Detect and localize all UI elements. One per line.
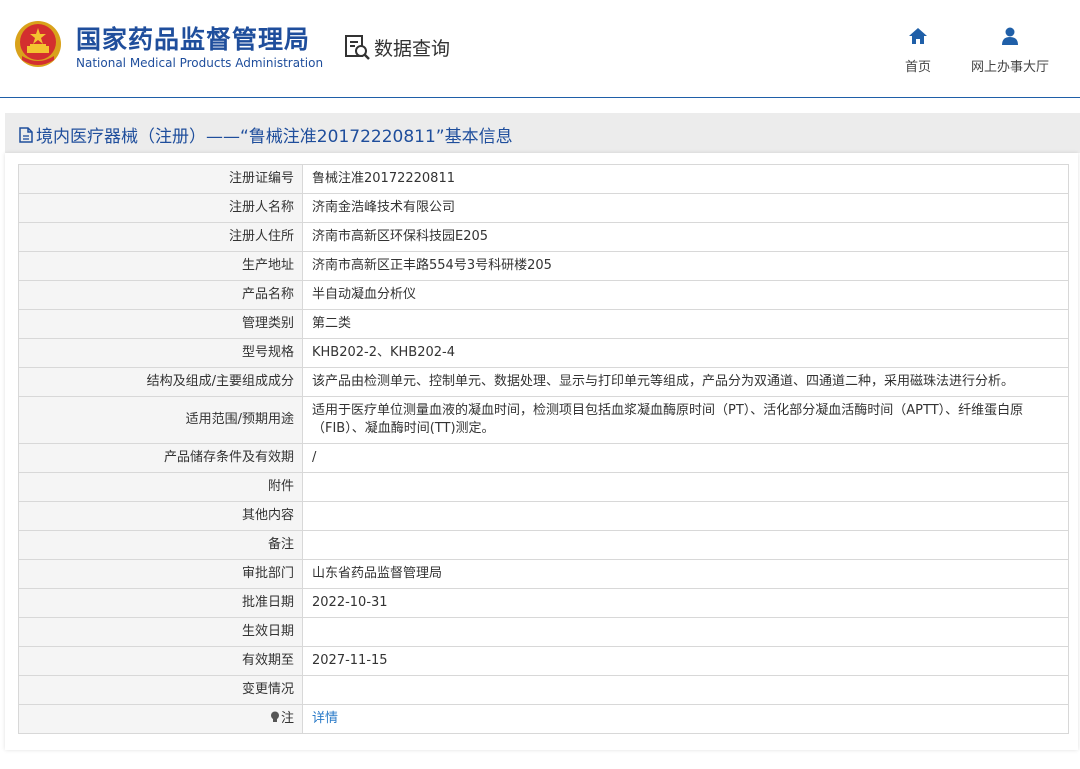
national-emblem-icon (15, 21, 61, 67)
note-value-cell: 详情 (302, 704, 1069, 734)
table-row: 附件 (18, 472, 1069, 502)
row-value (302, 530, 1069, 560)
table-row: 备注 (18, 530, 1069, 560)
nav-online-hall-label: 网上办事大厅 (970, 60, 1049, 75)
row-value: 山东省药品监督管理局 (302, 559, 1069, 589)
table-row: 注册人住所 济南市高新区环保科技园E205 (18, 222, 1069, 252)
table-row: 生产地址 济南市高新区正丰路554号3号科研楼205 (18, 251, 1069, 281)
site-subtitle: National Medical Products Administration (76, 56, 324, 70)
row-label: 有效期至 (18, 646, 303, 676)
table-row: 审批部门 山东省药品监督管理局 (18, 559, 1069, 589)
table-row: 产品名称 半自动凝血分析仪 (18, 280, 1069, 310)
row-label: 注册人住所 (18, 222, 303, 252)
row-label: 注册证编号 (18, 164, 303, 194)
row-value: / (302, 443, 1069, 473)
table-row: 适用范围/预期用途 适用于医疗单位测量血液的凝血时间，检测项目包括血浆凝血酶原时间… (18, 396, 1069, 444)
row-label: 结构及组成/主要组成成分 (18, 367, 303, 397)
row-value: 鲁械注准20172220811 (302, 164, 1069, 194)
table-row: 注册证编号 鲁械注准20172220811 (18, 164, 1069, 194)
table-row: 注册人名称 济南金浩峰技术有限公司 (18, 193, 1069, 223)
lightbulb-icon (270, 711, 279, 722)
table-row: 注 详情 (18, 704, 1069, 734)
row-label: 管理类别 (18, 309, 303, 339)
site-header: 国家药品监督管理局 National Medical Products Admi… (0, 0, 1080, 98)
row-label: 附件 (18, 472, 303, 502)
row-value: 第二类 (302, 309, 1069, 339)
section-title-text: 境内医疗器械（注册）——“鲁械注准20172220811”基本信息 (36, 127, 513, 147)
data-query-label: 数据查询 (374, 37, 451, 60)
nav-online-hall[interactable]: 网上办事大厅 (966, 26, 1054, 75)
row-label: 型号规格 (18, 338, 303, 368)
row-label: 产品储存条件及有效期 (18, 443, 303, 473)
row-value (302, 472, 1069, 502)
row-label: 审批部门 (18, 559, 303, 589)
section-title: 境内医疗器械（注册）——“鲁械注准20172220811”基本信息 (18, 122, 513, 147)
row-label: 产品名称 (18, 280, 303, 310)
row-label: 备注 (18, 530, 303, 560)
row-value (302, 675, 1069, 705)
row-value (302, 501, 1069, 531)
row-label: 注 (280, 711, 294, 726)
table-row: 产品储存条件及有效期 / (18, 443, 1069, 473)
home-icon (909, 28, 927, 44)
row-value: 济南金浩峰技术有限公司 (302, 193, 1069, 223)
row-label: 批准日期 (18, 588, 303, 618)
registration-info-table: 注册证编号 鲁械注准20172220811 注册人名称 济南金浩峰技术有限公司 注册… (18, 164, 1069, 734)
nav-home-label: 首页 (904, 60, 931, 75)
table-row: 其他内容 (18, 501, 1069, 531)
user-icon (1002, 27, 1018, 45)
site-title: 国家药品监督管理局 (76, 25, 311, 54)
row-value: 2022-10-31 (302, 588, 1069, 618)
table-row: 变更情况 (18, 675, 1069, 705)
details-link[interactable]: 详情 (312, 711, 338, 726)
row-value: 适用于医疗单位测量血液的凝血时间，检测项目包括血浆凝血酶原时间（PT）、活化部分… (302, 396, 1069, 444)
row-value: 济南市高新区环保科技园E205 (302, 222, 1069, 252)
nav-home[interactable]: 首页 (896, 26, 940, 75)
document-search-icon (345, 35, 370, 60)
row-value: 济南市高新区正丰路554号3号科研楼205 (302, 251, 1069, 281)
row-label: 其他内容 (18, 501, 303, 531)
table-row: 管理类别 第二类 (18, 309, 1069, 339)
row-value: 半自动凝血分析仪 (302, 280, 1069, 310)
table-row: 结构及组成/主要组成成分 该产品由检测单元、控制单元、数据处理、显示与打印单元等组… (18, 367, 1069, 397)
row-label: 注册人名称 (18, 193, 303, 223)
row-label: 生产地址 (18, 251, 303, 281)
data-query-link[interactable]: 数据查询 (343, 33, 450, 61)
row-value: KHB202-2、KHB202-4 (302, 338, 1069, 368)
table-row: 有效期至 2027-11-15 (18, 646, 1069, 676)
row-value: 2027-11-15 (302, 646, 1069, 676)
row-value: 该产品由检测单元、控制单元、数据处理、显示与打印单元等组成，产品分为双通道、四通… (302, 367, 1069, 397)
document-icon (19, 126, 33, 143)
row-label: 变更情况 (18, 675, 303, 705)
row-label: 适用范围/预期用途 (18, 396, 303, 444)
table-row: 批准日期 2022-10-31 (18, 588, 1069, 618)
table-row: 型号规格 KHB202-2、KHB202-4 (18, 338, 1069, 368)
table-row: 生效日期 (18, 617, 1069, 647)
note-label-cell: 注 (18, 704, 303, 734)
row-value (302, 617, 1069, 647)
row-label: 生效日期 (18, 617, 303, 647)
